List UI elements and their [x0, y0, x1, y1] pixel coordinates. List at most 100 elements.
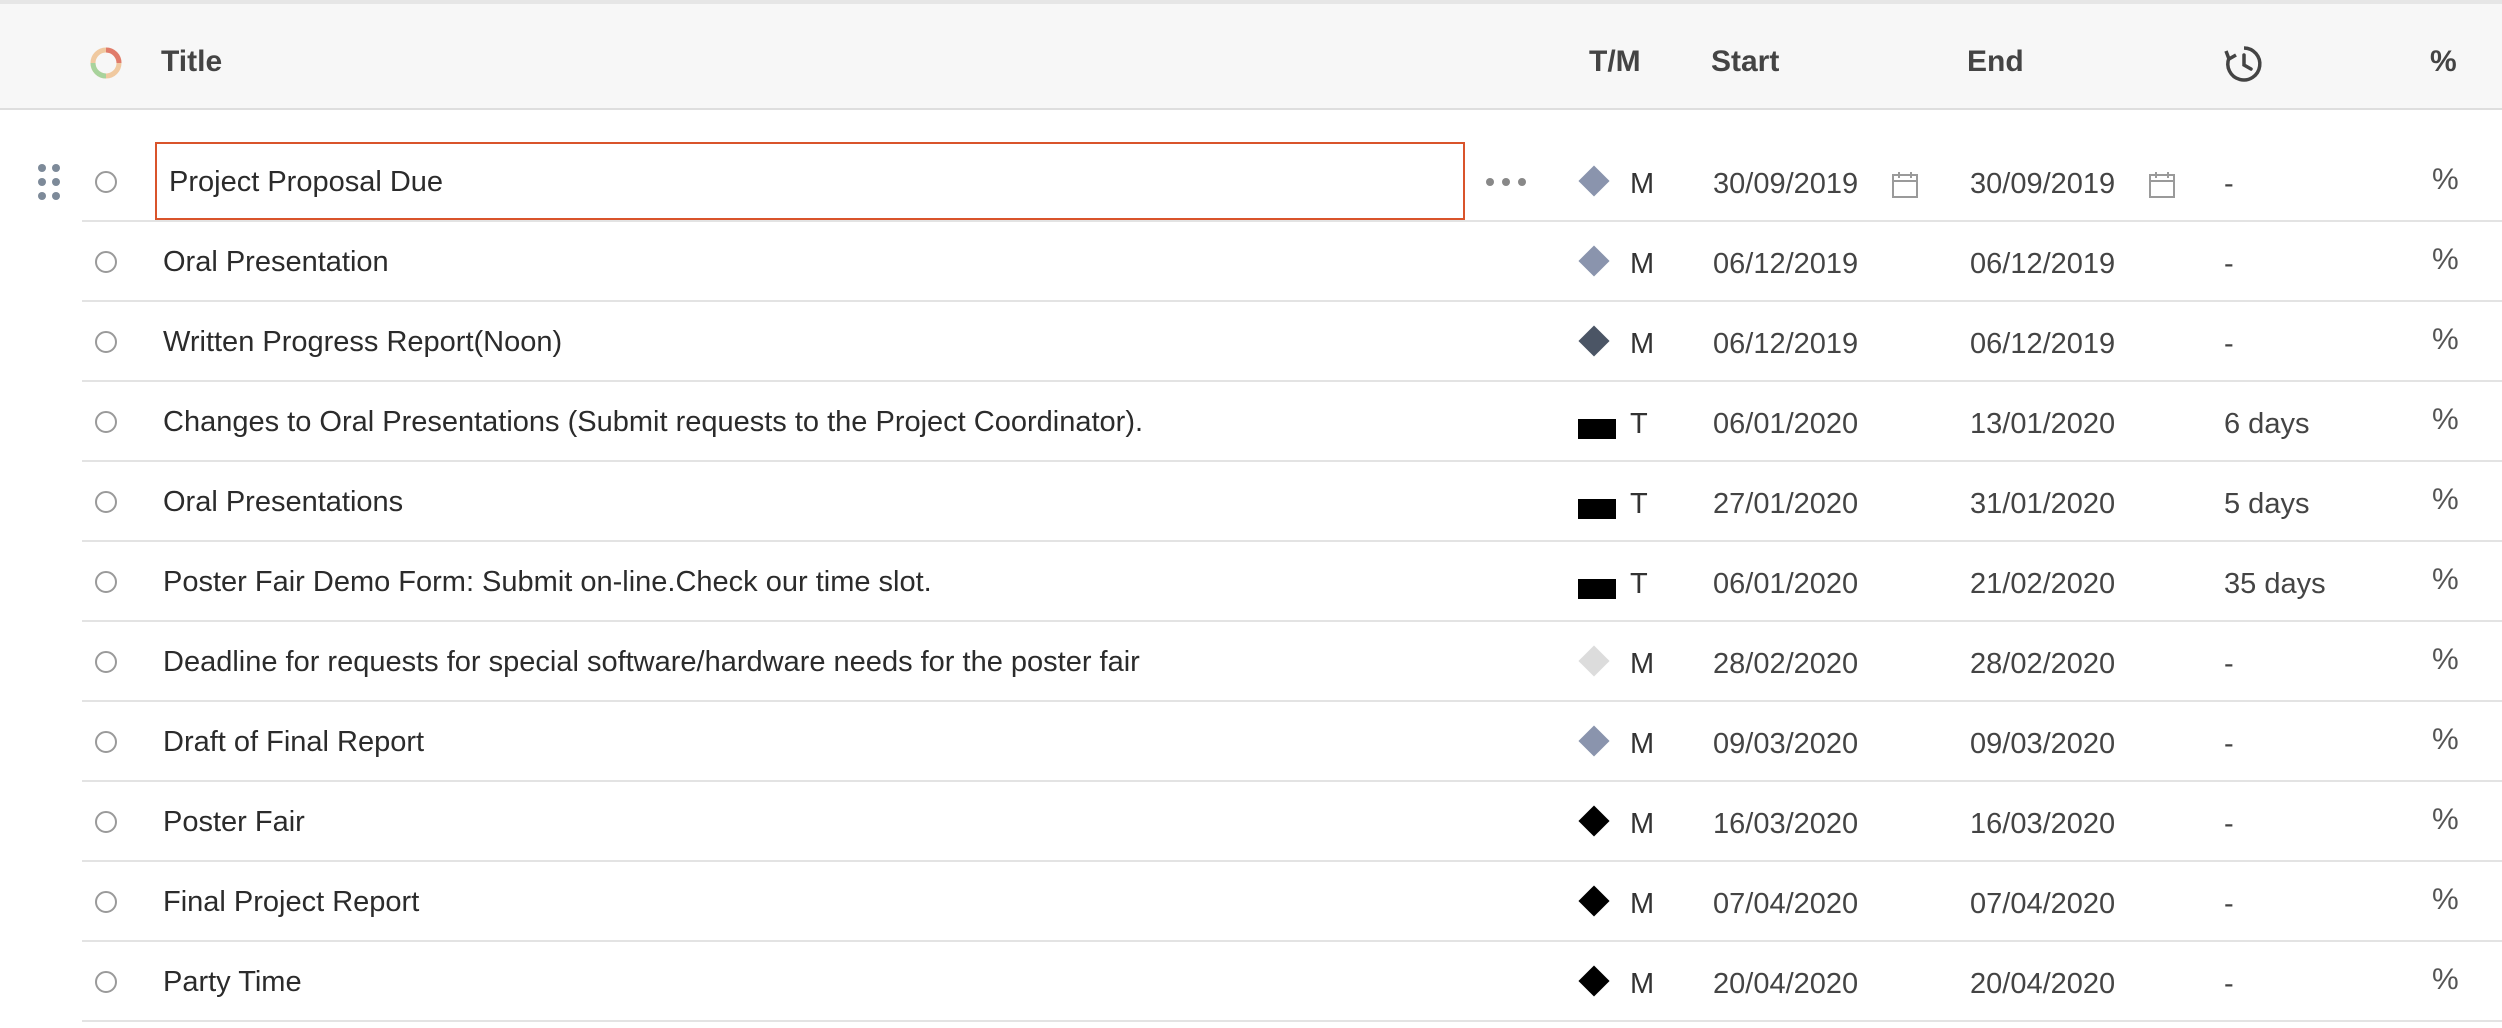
task-title[interactable]: Changes to Oral Presentations (Submit re…	[163, 400, 1143, 444]
complete-checkbox[interactable]	[95, 491, 117, 513]
end-date[interactable]: 07/04/2020	[1970, 882, 2115, 926]
start-date[interactable]: 07/04/2020	[1713, 882, 1858, 926]
complete-checkbox[interactable]	[95, 571, 117, 593]
duration: 35 days	[2224, 568, 2326, 600]
end-date[interactable]: 31/01/2020	[1970, 482, 2115, 526]
complete-checkbox[interactable]	[95, 411, 117, 433]
milestone-diamond-icon	[1578, 165, 1610, 197]
column-title[interactable]: Title	[161, 42, 222, 82]
duration: -	[2224, 248, 2234, 280]
table-row[interactable]: Project Proposal Due M 30/09/2019 30/09/201…	[0, 142, 2502, 222]
complete-checkbox[interactable]	[95, 651, 117, 673]
start-date[interactable]: 06/12/2019	[1713, 242, 1858, 286]
percent-complete[interactable]: %	[2432, 718, 2459, 762]
complete-checkbox[interactable]	[95, 971, 117, 993]
drag-handle-icon[interactable]	[38, 164, 62, 202]
percent-complete[interactable]: %	[2432, 478, 2459, 522]
task-title[interactable]: Written Progress Report(Noon)	[163, 320, 562, 364]
task-title[interactable]: Poster Fair	[163, 800, 305, 844]
complete-checkbox[interactable]	[95, 891, 117, 913]
calendar-icon[interactable]	[2147, 170, 2177, 200]
start-date[interactable]: 27/01/2020	[1713, 482, 1858, 526]
table-row[interactable]: Oral Presentations T 27/01/2020 31/01/2020 5…	[0, 462, 2502, 542]
task-title[interactable]: Poster Fair Demo Form: Submit on-line.Ch…	[163, 560, 932, 604]
table-row[interactable]: Final Project Report M 07/04/2020 07/04/202…	[0, 862, 2502, 942]
task-bar-icon	[1578, 499, 1616, 519]
table-row[interactable]: Deadline for requests for special softwa…	[0, 622, 2502, 702]
end-date[interactable]: 09/03/2020	[1970, 722, 2115, 766]
duration: -	[2224, 808, 2234, 840]
type-label: M	[1630, 168, 1655, 200]
end-date[interactable]: 30/09/2019	[1970, 162, 2115, 206]
task-title[interactable]: Draft of Final Report	[163, 720, 424, 764]
type-label: M	[1630, 248, 1655, 280]
type-label: M	[1630, 328, 1655, 360]
start-date[interactable]: 06/01/2020	[1713, 402, 1858, 446]
column-percent[interactable]: %	[2430, 42, 2457, 82]
task-title[interactable]: Party Time	[163, 960, 302, 1004]
complete-checkbox[interactable]	[95, 251, 117, 273]
row-divider	[82, 1020, 2502, 1022]
start-date[interactable]: 28/02/2020	[1713, 642, 1858, 686]
table-row[interactable]: Oral Presentation M 06/12/2019 06/12/2019 -%	[0, 222, 2502, 302]
table-row[interactable]: Poster Fair M 16/03/2020 16/03/2020 -%	[0, 782, 2502, 862]
percent-complete[interactable]: %	[2432, 398, 2459, 442]
complete-checkbox[interactable]	[95, 171, 117, 193]
end-date[interactable]: 28/02/2020	[1970, 642, 2115, 686]
type-label: M	[1630, 968, 1655, 1000]
percent-complete[interactable]: %	[2432, 318, 2459, 362]
duration: -	[2224, 168, 2234, 200]
percent-complete[interactable]: %	[2432, 558, 2459, 602]
percent-complete[interactable]: %	[2432, 878, 2459, 922]
complete-checkbox[interactable]	[95, 731, 117, 753]
start-date[interactable]: 06/12/2019	[1713, 322, 1858, 366]
type-label: M	[1630, 648, 1655, 680]
percent-complete[interactable]: %	[2432, 958, 2459, 1002]
table-row[interactable]: Party Time M 20/04/2020 20/04/2020 -%	[0, 942, 2502, 1022]
start-date[interactable]: 20/04/2020	[1713, 962, 1858, 1006]
column-start[interactable]: Start	[1711, 42, 1779, 82]
duration: 5 days	[2224, 488, 2310, 520]
start-date[interactable]: 16/03/2020	[1713, 802, 1858, 846]
task-title[interactable]: Oral Presentation	[163, 240, 389, 284]
end-date[interactable]: 06/12/2019	[1970, 242, 2115, 286]
task-title[interactable]: Project Proposal Due	[169, 160, 443, 204]
start-date[interactable]: 06/01/2020	[1713, 562, 1858, 606]
percent-complete[interactable]: %	[2432, 798, 2459, 842]
type-label: T	[1630, 488, 1648, 520]
duration: -	[2224, 968, 2234, 1000]
column-type[interactable]: T/M	[1589, 42, 1641, 82]
end-date[interactable]: 21/02/2020	[1970, 562, 2115, 606]
milestone-diamond-icon	[1578, 885, 1610, 917]
table-row[interactable]: Changes to Oral Presentations (Submit re…	[0, 382, 2502, 462]
type-label: T	[1630, 408, 1648, 440]
type-label: M	[1630, 888, 1655, 920]
task-bar-icon	[1578, 419, 1616, 439]
start-date[interactable]: 30/09/2019	[1713, 162, 1858, 206]
milestone-diamond-icon	[1578, 805, 1610, 837]
type-label: T	[1630, 568, 1648, 600]
end-date[interactable]: 20/04/2020	[1970, 962, 2115, 1006]
percent-complete[interactable]: %	[2432, 638, 2459, 682]
task-title[interactable]: Oral Presentations	[163, 480, 403, 524]
end-date[interactable]: 13/01/2020	[1970, 402, 2115, 446]
end-date[interactable]: 16/03/2020	[1970, 802, 2115, 846]
complete-checkbox[interactable]	[95, 811, 117, 833]
percent-complete[interactable]: %	[2432, 238, 2459, 282]
title-edit-field[interactable]: Project Proposal Due	[155, 142, 1465, 220]
milestone-diamond-icon	[1578, 245, 1610, 277]
table-row[interactable]: Draft of Final Report M 09/03/2020 09/03/20…	[0, 702, 2502, 782]
end-date[interactable]: 06/12/2019	[1970, 322, 2115, 366]
column-end[interactable]: End	[1967, 42, 2024, 82]
calendar-icon[interactable]	[1890, 170, 1920, 200]
more-dots-icon[interactable]	[1484, 166, 1528, 196]
percent-complete[interactable]: %	[2432, 158, 2459, 202]
table-row[interactable]: Poster Fair Demo Form: Submit on-line.Ch…	[0, 542, 2502, 622]
complete-checkbox[interactable]	[95, 331, 117, 353]
table-row[interactable]: Written Progress Report(Noon) M 06/12/2019…	[0, 302, 2502, 382]
history-clock-icon[interactable]	[2222, 42, 2266, 86]
progress-ring-icon[interactable]	[89, 46, 123, 80]
task-title[interactable]: Deadline for requests for special softwa…	[163, 640, 1140, 684]
start-date[interactable]: 09/03/2020	[1713, 722, 1858, 766]
task-title[interactable]: Final Project Report	[163, 880, 419, 924]
